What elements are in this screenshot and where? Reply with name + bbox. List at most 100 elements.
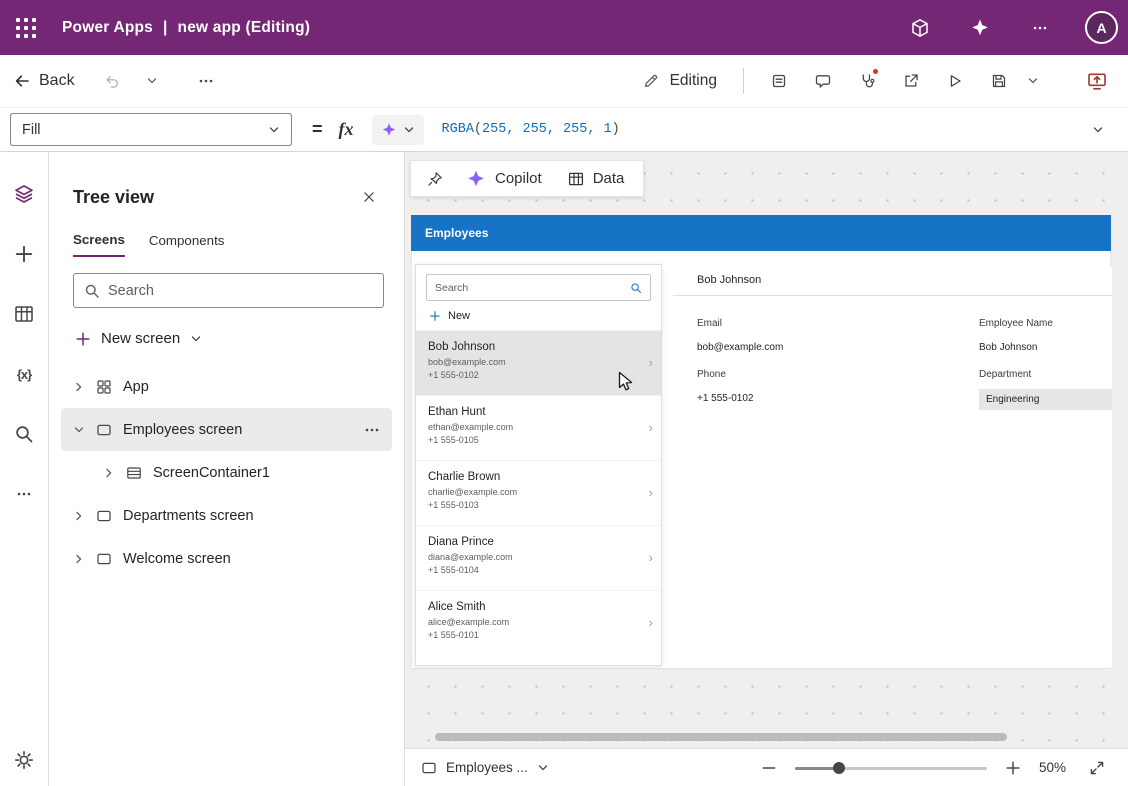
- app-settings-button[interactable]: [762, 64, 796, 98]
- chevron-right-icon: ›: [649, 550, 653, 565]
- command-bar-left: Back: [14, 64, 223, 98]
- chevron-down-icon: [537, 762, 549, 774]
- tab-screens[interactable]: Screens: [73, 232, 125, 257]
- pin-button[interactable]: [417, 161, 453, 196]
- checker-alert-badge: [872, 68, 879, 75]
- chevron-down-icon: [1092, 124, 1104, 136]
- employee-list-item[interactable]: Alice Smith alice@example.com +1 555-010…: [416, 590, 661, 655]
- employee-name: Diana Prince: [428, 536, 639, 548]
- zoom-out-button[interactable]: [756, 755, 782, 781]
- property-selector[interactable]: Fill: [10, 113, 292, 146]
- tree-item-more-button[interactable]: [364, 422, 392, 438]
- dock-data-tab[interactable]: Data: [555, 161, 638, 196]
- undo-button[interactable]: [95, 64, 129, 98]
- slider-knob[interactable]: [833, 762, 845, 774]
- rail-search-button[interactable]: [4, 414, 44, 454]
- tree-item-welcome-screen[interactable]: Welcome screen: [61, 537, 392, 580]
- pencil-icon: [643, 73, 659, 89]
- comment-icon: [815, 73, 831, 89]
- formula-copilot-button[interactable]: [372, 115, 424, 145]
- app-checker-button[interactable]: [850, 64, 884, 98]
- tree-item-employees-screen[interactable]: Employees screen: [61, 408, 392, 451]
- chevron-down-icon: [1027, 75, 1039, 87]
- employee-list-item[interactable]: Bob Johnson bob@example.com +1 555-0102 …: [416, 330, 661, 395]
- employee-search-input[interactable]: [435, 282, 624, 294]
- tree-search-box[interactable]: [73, 273, 384, 308]
- zoom-in-button[interactable]: [1000, 755, 1026, 781]
- rail-tree-view-button[interactable]: [4, 174, 44, 214]
- employee-list-item[interactable]: Ethan Hunt ethan@example.com +1 555-0105…: [416, 395, 661, 460]
- tree-item-screen-container[interactable]: ScreenContainer1: [61, 451, 392, 494]
- editing-mode-indicator[interactable]: Editing: [643, 72, 717, 90]
- save-options-dropdown[interactable]: [1016, 64, 1050, 98]
- copilot-button[interactable]: [957, 5, 1003, 51]
- screen-selector[interactable]: Employees ...: [421, 760, 549, 776]
- detail-field-phone[interactable]: Phone +1 555-0102: [697, 369, 979, 410]
- close-icon: [362, 190, 376, 204]
- canvas-dock: Copilot Data: [410, 160, 644, 197]
- editing-label: Editing: [670, 72, 717, 90]
- canvas-horizontal-scrollbar[interactable]: [435, 733, 1007, 741]
- formula-bar-expand-button[interactable]: [1078, 113, 1118, 147]
- comments-button[interactable]: [806, 64, 840, 98]
- tab-components[interactable]: Components: [149, 232, 225, 257]
- rail-variables-button[interactable]: {x}: [4, 354, 44, 394]
- detail-field-department[interactable]: Department Engineering: [979, 369, 1112, 410]
- employee-email: charlie@example.com: [428, 487, 639, 497]
- avatar[interactable]: A: [1085, 11, 1118, 44]
- command-bar: Back Editing: [0, 55, 1128, 108]
- rail-data-button[interactable]: [4, 294, 44, 334]
- environment-button[interactable]: [897, 5, 943, 51]
- tree-search-input[interactable]: [108, 283, 373, 299]
- share-button[interactable]: [894, 64, 928, 98]
- chevron-down-icon: [190, 333, 202, 345]
- tree-item-label: Employees screen: [123, 422, 242, 438]
- screen-icon: [96, 508, 112, 524]
- employee-phone: +1 555-0101: [428, 630, 639, 640]
- back-button[interactable]: Back: [14, 72, 75, 90]
- chevron-down-icon: [146, 75, 158, 87]
- employee-list-item[interactable]: Diana Prince diana@example.com +1 555-01…: [416, 525, 661, 590]
- back-arrow-icon: [14, 73, 30, 89]
- detail-field-employee-name[interactable]: Employee Name Bob Johnson: [979, 318, 1112, 353]
- waffle-menu-button[interactable]: [0, 0, 52, 55]
- employee-phone: +1 555-0102: [428, 370, 639, 380]
- undo-redo-dropdown[interactable]: [135, 64, 169, 98]
- close-panel-button[interactable]: [354, 182, 384, 212]
- app-name: new app (Editing): [178, 19, 311, 37]
- new-employee-button[interactable]: New: [416, 301, 483, 330]
- publish-icon: [1087, 71, 1107, 91]
- chevron-down-icon: [268, 124, 280, 136]
- preview-app-header[interactable]: Employees: [411, 215, 1111, 251]
- formula-input[interactable]: RGBA(255, 255, 255, 1): [442, 122, 620, 137]
- employee-name: Bob Johnson: [428, 341, 639, 353]
- tree-item-departments-screen[interactable]: Departments screen: [61, 494, 392, 537]
- dock-copilot-tab[interactable]: Copilot: [453, 161, 555, 196]
- employee-search-box[interactable]: [426, 274, 651, 301]
- preview-play-button[interactable]: [938, 64, 972, 98]
- more-icon: [16, 486, 32, 502]
- chevron-right-icon: ›: [649, 420, 653, 435]
- waffle-icon: [16, 18, 36, 38]
- environment-cube-icon: [910, 18, 930, 38]
- commandbar-more-button[interactable]: [189, 64, 223, 98]
- rail-more-button[interactable]: [4, 474, 44, 514]
- header-more-button[interactable]: [1017, 5, 1063, 51]
- employee-list-item[interactable]: Charlie Brown charlie@example.com +1 555…: [416, 460, 661, 525]
- new-screen-button[interactable]: New screen: [73, 324, 204, 353]
- fit-to-screen-button[interactable]: [1084, 755, 1110, 781]
- gear-icon: [14, 750, 34, 770]
- rail-settings-button[interactable]: [4, 740, 44, 780]
- chevron-right-icon: [73, 510, 85, 522]
- tree-item-app[interactable]: App: [61, 365, 392, 408]
- detail-field-email[interactable]: Email bob@example.com: [697, 318, 979, 353]
- rail-insert-button[interactable]: [4, 234, 44, 274]
- save-button[interactable]: [982, 64, 1016, 98]
- publish-button[interactable]: [1080, 64, 1114, 98]
- zoom-slider[interactable]: [795, 761, 987, 775]
- field-value: bob@example.com: [697, 342, 979, 353]
- employee-name: Charlie Brown: [428, 471, 639, 483]
- plus-icon: [75, 331, 91, 347]
- employee-list-card: New Bob Johnson bob@example.com +1 555-0…: [415, 264, 662, 666]
- more-icon: [198, 73, 214, 89]
